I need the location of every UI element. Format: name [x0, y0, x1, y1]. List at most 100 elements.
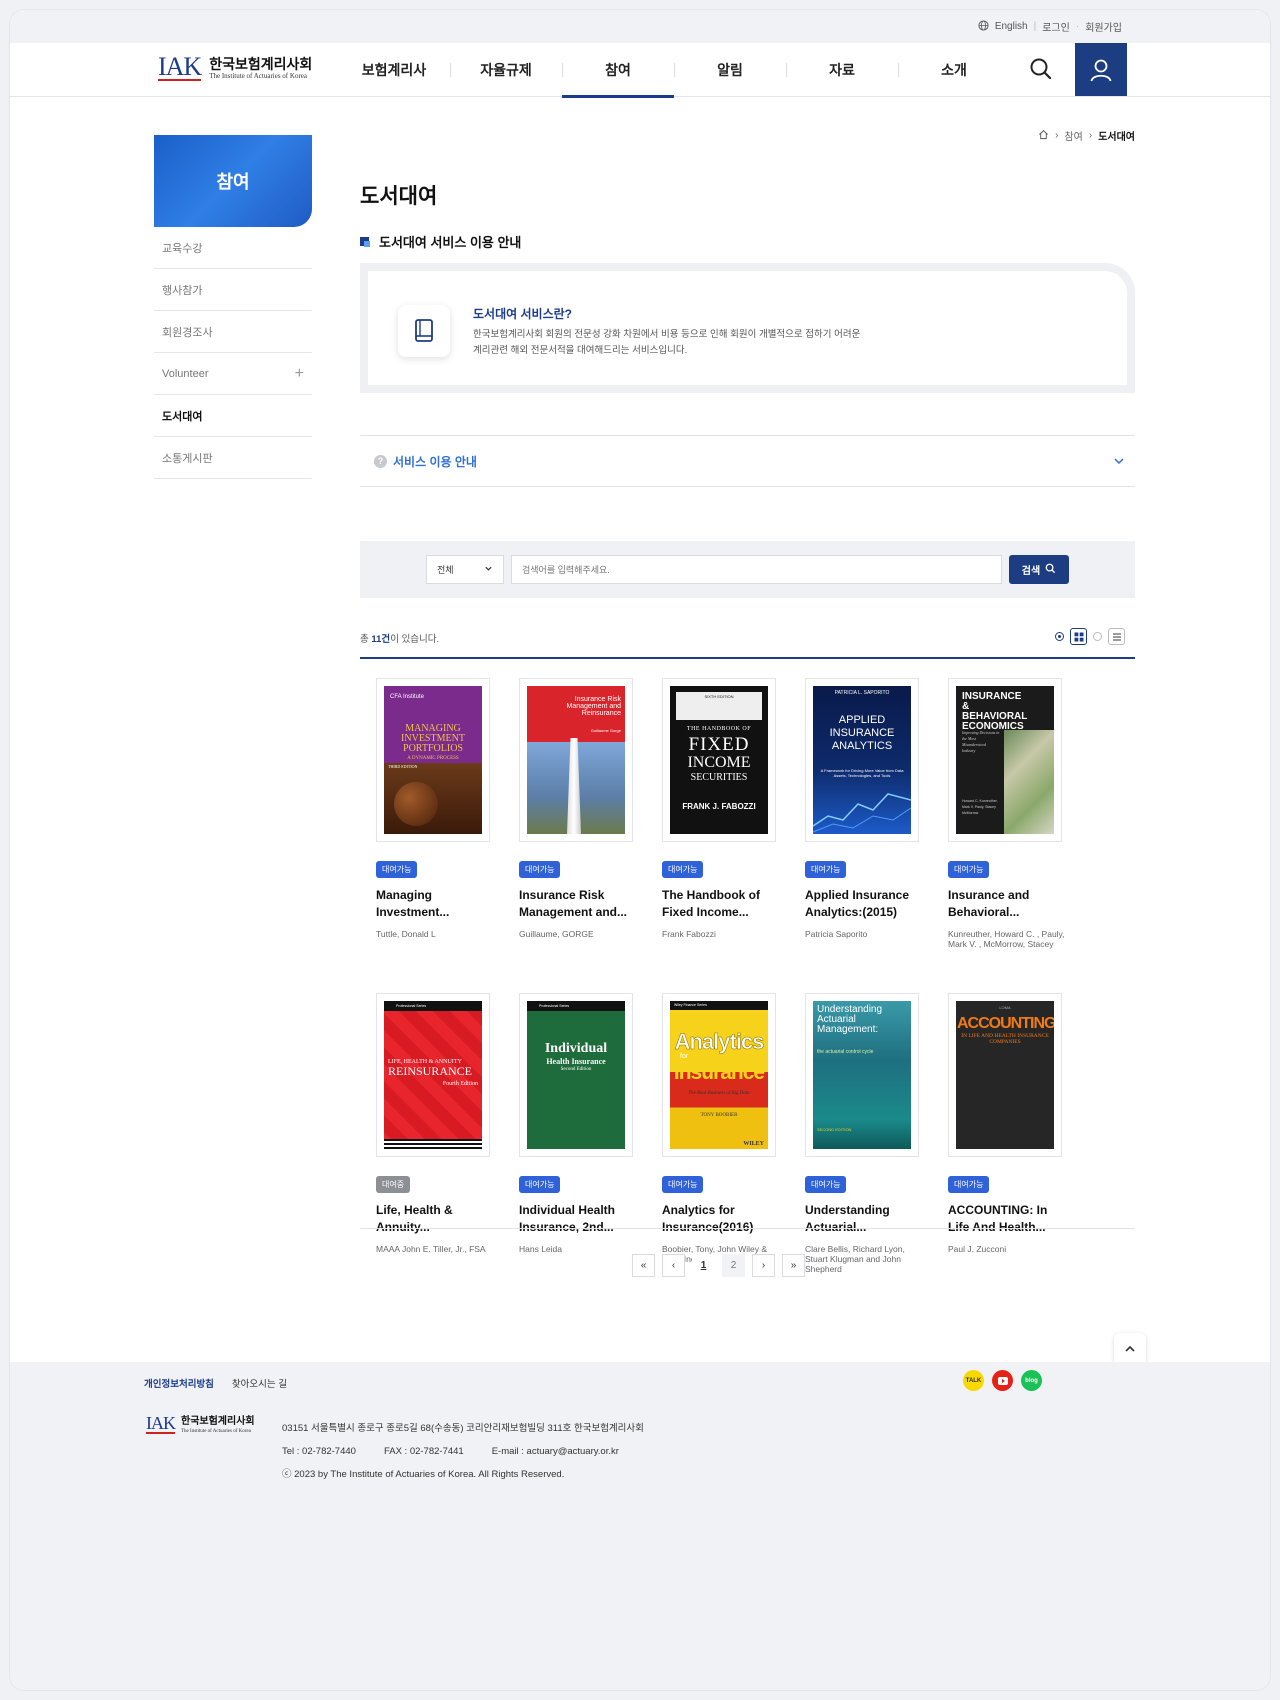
privacy-policy-link[interactable]: 개인정보처리방침: [144, 1376, 214, 1390]
footer-logo: IAK 한국보험계리사회 The Institute of Actuaries …: [146, 1414, 255, 1434]
book-card[interactable]: INSURANCE & BEHAVIORAL ECONOMICS Improvi…: [948, 678, 1068, 949]
join-link[interactable]: 회원가입: [1085, 19, 1122, 34]
sidebar-item-events[interactable]: 행사참가: [154, 269, 312, 311]
list-view-icon[interactable]: [1108, 628, 1125, 645]
book-card[interactable]: Wiley Finance Series Analytics for Insur…: [662, 993, 782, 1264]
book-title[interactable]: Insurance Risk Management and...: [519, 887, 639, 921]
menu-item-about[interactable]: 소개: [898, 43, 1010, 97]
book-card[interactable]: Professional Series LIFE, HEALTH & ANNUI…: [376, 993, 496, 1254]
book-cover[interactable]: INSURANCE & BEHAVIORAL ECONOMICS Improvi…: [948, 678, 1062, 842]
book-card[interactable]: Insurance Risk Management and Reinsuranc…: [519, 678, 639, 939]
sidebar-item-board[interactable]: 소통게시판: [154, 437, 312, 479]
book-card[interactable]: PATRICIA L. SAPORITO APPLIED INSURANCE A…: [805, 678, 925, 939]
page-title: 도서대여: [360, 185, 438, 208]
scroll-top-icon[interactable]: [1114, 1333, 1146, 1365]
search-button[interactable]: 검색: [1009, 555, 1069, 584]
sidebar-item-book-rental[interactable]: 도서대여: [154, 395, 312, 437]
kakao-icon[interactable]: TALK: [963, 1370, 984, 1391]
cover-art: [384, 1139, 482, 1149]
book-title[interactable]: Insurance and Behavioral...: [948, 887, 1068, 921]
menu-item-notice[interactable]: 알림: [674, 43, 786, 97]
site-logo[interactable]: IAK 한국보험계리사회 The Institute of Actuaries …: [158, 54, 312, 81]
book-card[interactable]: LOMA ACCOUNTING IN LIFE AND HEALTH INSUR…: [948, 993, 1068, 1254]
book-cover[interactable]: Understanding Actuarial Management: the …: [805, 993, 919, 1157]
logo-english: The Institute of Actuaries of Korea: [181, 1429, 251, 1434]
blog-icon[interactable]: blog: [1021, 1370, 1042, 1391]
book-card[interactable]: CFA Institute MANAGING INVESTMENT PORTFO…: [376, 678, 496, 939]
book-title[interactable]: Applied Insurance Analytics:(2015): [805, 887, 925, 921]
info-description: 한국보험계리사회 회원의 전문성 강화 차원에서 비용 등으로 인해 회원이 개…: [473, 327, 873, 359]
section-title-text: 도서대여 서비스 이용 안내: [379, 235, 522, 250]
status-badge: 대여가능: [662, 861, 704, 878]
sidebar-item-volunteer[interactable]: Volunteer +: [154, 353, 312, 395]
directions-link[interactable]: 찾아오시는 길: [232, 1376, 287, 1390]
lang-link[interactable]: English: [995, 21, 1028, 32]
book-card[interactable]: Professional Series Individual Health In…: [519, 993, 639, 1254]
book-title-line: Applied Insurance: [805, 888, 910, 902]
book-title-line: ACCOUNTING: In: [948, 1203, 1048, 1217]
book-card[interactable]: SIXTH EDITION THE HANDBOOK OF FIXED INCO…: [662, 678, 782, 939]
search-icon[interactable]: [1026, 54, 1056, 84]
cover-main: ACCOUNTING: [957, 1015, 1054, 1032]
cover-main: APPLIED INSURANCE ANALYTICS: [829, 714, 895, 752]
status-badge: 대여가능: [805, 861, 847, 878]
first-page-button[interactable]: «: [632, 1254, 655, 1277]
page-frame: English | 로그인 · 회원가입 IAK 한국보험계리사회 The In…: [10, 10, 1270, 1690]
youtube-icon[interactable]: [992, 1370, 1013, 1391]
book-title[interactable]: The Handbook of Fixed Income...: [662, 887, 782, 921]
plus-icon[interactable]: +: [295, 365, 304, 383]
next-page-button[interactable]: ›: [752, 1254, 775, 1277]
cover-main: Analytics: [674, 1029, 764, 1055]
footer-fax: FAX : 02-782-7441: [383, 1446, 464, 1457]
book-author: Hans Leida: [519, 1244, 563, 1254]
book-title[interactable]: Analytics for Insurance(2016): [662, 1202, 782, 1236]
book-cover[interactable]: LOMA ACCOUNTING IN LIFE AND HEALTH INSUR…: [948, 993, 1062, 1157]
login-link[interactable]: 로그인: [1042, 19, 1070, 34]
sidebar-item-education[interactable]: 교육수강: [154, 227, 312, 269]
book-cover-image: Professional Series LIFE, HEALTH & ANNUI…: [384, 1001, 482, 1149]
book-title[interactable]: Individual Health Insurance, 2nd...: [519, 1202, 639, 1236]
last-page-button[interactable]: »: [782, 1254, 805, 1277]
page-number[interactable]: 1: [692, 1254, 715, 1277]
service-guide-accordion[interactable]: ? 서비스 이용 안내: [360, 435, 1135, 487]
user-icon[interactable]: [1075, 43, 1127, 96]
page-number[interactable]: 2: [722, 1254, 745, 1277]
search-scope-select[interactable]: 전체: [426, 555, 504, 584]
sidebar-item-label: 도서대여: [162, 410, 203, 423]
book-card[interactable]: Understanding Actuarial Management: the …: [805, 993, 925, 1274]
sidebar-item-member-news[interactable]: 회원경조사: [154, 311, 312, 353]
book-cover[interactable]: PATRICIA L. SAPORITO APPLIED INSURANCE A…: [805, 678, 919, 842]
prev-page-button[interactable]: ‹: [662, 1254, 685, 1277]
book-cover[interactable]: Wiley Finance Series Analytics for Insur…: [662, 993, 776, 1157]
menu-item-actuary[interactable]: 보험계리사: [338, 43, 450, 97]
breadcrumb-level1[interactable]: 참여: [1064, 128, 1082, 143]
logo-english: The Institute of Actuaries of Korea: [209, 71, 307, 80]
book-cover[interactable]: Professional Series Individual Health In…: [519, 993, 633, 1157]
home-icon[interactable]: [1038, 129, 1049, 143]
book-cover[interactable]: Insurance Risk Management and Reinsuranc…: [519, 678, 633, 842]
menu-item-self-regulation[interactable]: 자율규제: [450, 43, 562, 97]
status-badge: 대여가능: [662, 1176, 704, 1193]
list-view-radio[interactable]: [1093, 632, 1102, 641]
grid-view-radio[interactable]: [1055, 632, 1064, 641]
book-title[interactable]: Understanding Actuarial...: [805, 1202, 925, 1236]
cover-top: SIXTH EDITION: [676, 692, 762, 720]
search-input[interactable]: [511, 555, 1002, 584]
book-cover[interactable]: CFA Institute MANAGING INVESTMENT PORTFO…: [376, 678, 490, 842]
book-title-line: Fixed Income...: [662, 905, 749, 919]
menu-item-participation[interactable]: 참여: [562, 43, 674, 98]
book-title[interactable]: ACCOUNTING: In Life And Health...: [948, 1202, 1068, 1236]
status-badge: 대여중: [376, 1176, 411, 1193]
book-title[interactable]: Life, Health & Annuity...: [376, 1202, 496, 1236]
cover-sub: The Real Business of Big Data: [688, 1091, 750, 1096]
book-cover[interactable]: SIXTH EDITION THE HANDBOOK OF FIXED INCO…: [662, 678, 776, 842]
book-title[interactable]: Managing Investment...: [376, 887, 496, 921]
grid-view-icon[interactable]: [1070, 628, 1087, 645]
book-cover[interactable]: Professional Series LIFE, HEALTH & ANNUI…: [376, 993, 490, 1157]
cover-top: Wiley Finance Series: [670, 1001, 768, 1010]
cover-art: [813, 793, 911, 833]
menu-item-resources[interactable]: 자료: [786, 43, 898, 97]
chevron-right-icon: ›: [1055, 130, 1059, 141]
chevron-down-icon[interactable]: [1113, 454, 1125, 472]
utility-bar: English | 로그인 · 회원가입: [10, 10, 1270, 43]
